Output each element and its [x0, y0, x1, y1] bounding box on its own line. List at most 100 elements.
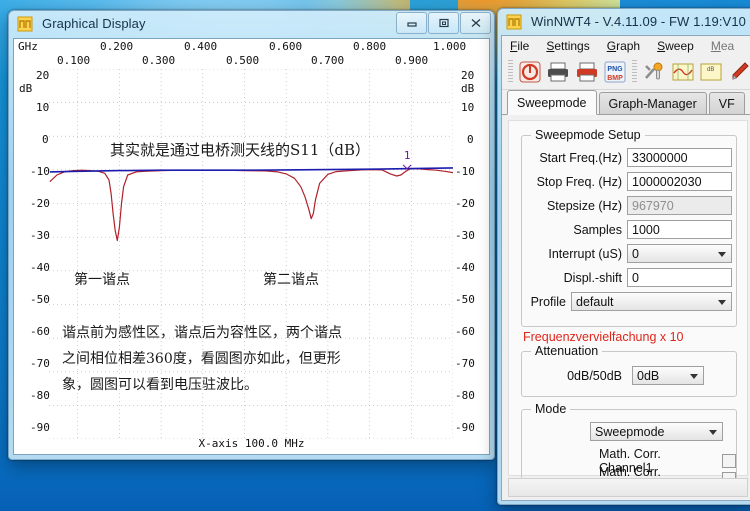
x-tick-1.000: 1.000: [433, 40, 467, 53]
y-tick-left--30: -30: [30, 229, 50, 242]
menu-item-settings[interactable]: Settings: [546, 39, 589, 53]
menu-item-graph[interactable]: Graph: [607, 39, 640, 53]
y-tick-left--80: -80: [30, 389, 50, 402]
graph-window-controls[interactable]: [395, 12, 491, 34]
tab-bar[interactable]: Sweepmode Graph-Manager VF: [502, 90, 750, 115]
annotation-paragraph-line-3: 象，圆图可以看到电压驻波比。: [62, 377, 258, 393]
annotation-paragraph-line-2: 之间相位相差360度，看圆图亦如此，但更形: [62, 351, 341, 367]
status-bar: [508, 478, 748, 497]
menu-item-measure[interactable]: Mea: [711, 39, 734, 53]
stop-freq-input[interactable]: 1000002030: [627, 172, 732, 191]
edit-marker-button[interactable]: [727, 59, 750, 86]
nwt-client-area[interactable]: File Settings Graph Sweep Mea PNG BMP dB…: [501, 35, 750, 501]
y-unit-label-left: dB: [19, 82, 33, 95]
printer-red-icon: [576, 62, 597, 82]
db-window-button[interactable]: dB: [698, 59, 724, 86]
graphical-display-window[interactable]: Graphical Display GHz 0.200 0.400 0.600 …: [8, 10, 495, 460]
minimize-button[interactable]: [396, 12, 427, 34]
y-unit-label-right: dB: [461, 82, 475, 95]
x-axis-footer-label: X-axis 100.0 MHz: [198, 437, 305, 450]
attenuation-title: Attenuation: [531, 344, 603, 358]
toolbar-grip-2[interactable]: [632, 60, 638, 84]
graph-client-area[interactable]: GHz 0.200 0.400 0.600 0.800 1.000 0.100 …: [13, 38, 490, 455]
minimize-icon: [406, 22, 417, 27]
export-image-button[interactable]: PNG BMP: [602, 59, 628, 86]
profile-select[interactable]: default: [571, 292, 732, 311]
sweepmode-panel: Sweepmode Setup Start Freq.(Hz) 33000000…: [508, 120, 748, 493]
x-tick-0.800: 0.800: [353, 40, 387, 53]
close-button[interactable]: [460, 12, 491, 34]
tab-sweepmode-label: Sweepmode: [517, 95, 587, 110]
y-tick-left--40: -40: [30, 261, 50, 274]
toolbar-grip-1[interactable]: [508, 60, 513, 84]
png-bmp-icon: PNG BMP: [604, 61, 626, 83]
attenuation-select[interactable]: 0dB: [632, 366, 704, 385]
menu-item-file[interactable]: File: [510, 39, 529, 53]
menu-bar[interactable]: File Settings Graph Sweep Mea: [502, 36, 750, 55]
power-button[interactable]: [517, 59, 543, 86]
y-tick-right--80: -80: [455, 389, 475, 402]
y-tick-right--30: -30: [455, 229, 475, 242]
menu-item-sweep[interactable]: Sweep: [657, 39, 694, 53]
mode-group: Mode Sweepmode Math. Corr. Channel1 Math…: [521, 402, 737, 493]
y-tick-right--40: -40: [455, 261, 475, 274]
settings-tools-button[interactable]: [641, 59, 667, 86]
tab-vfo-label: VF: [718, 96, 735, 111]
mode-select-value: Sweepmode: [595, 424, 665, 439]
app-icon: [506, 14, 522, 30]
x-unit-label: GHz: [18, 40, 38, 53]
series-1: [49, 167, 453, 173]
marker-label-0: 1: [404, 149, 411, 162]
winnwt4-window[interactable]: WinNWT4 - V.4.11.09 - FW 1.19:V10 - hf F…: [497, 8, 750, 505]
plot-area[interactable]: GHz 0.200 0.400 0.600 0.800 1.000 0.100 …: [14, 39, 489, 454]
chevron-down-icon: [718, 251, 726, 257]
tab-vfo[interactable]: VF: [708, 92, 745, 114]
attenuation-group: Attenuation 0dB/50dB 0dB: [521, 344, 737, 397]
annotation-title: 其实就是通过电桥测天线的S11（dB）: [110, 141, 370, 159]
tool-bar[interactable]: PNG BMP dB: [502, 55, 750, 90]
tab-graph-manager-label: Graph-Manager: [608, 96, 697, 111]
nwt-titlebar[interactable]: WinNWT4 - V.4.11.09 - FW 1.19:V10 - hf: [497, 8, 750, 36]
y-tick-right--70: -70: [455, 357, 475, 370]
svg-text:BMP: BMP: [607, 75, 623, 82]
print-red-button[interactable]: [574, 59, 600, 86]
y-tick-right--90: -90: [455, 421, 475, 434]
y-tick-right-20: 20: [461, 69, 475, 82]
attenuation-label: 0dB/50dB: [567, 368, 622, 383]
maximize-icon: [438, 18, 449, 28]
y-tick-left--60: -60: [30, 325, 50, 338]
graph-window-title: Graphical Display: [42, 16, 146, 31]
x-tick-0.600: 0.600: [269, 40, 303, 53]
sweepmode-setup-group: Sweepmode Setup Start Freq.(Hz) 33000000…: [521, 128, 737, 327]
y-tick-left--50: -50: [30, 293, 50, 306]
tab-graph-manager[interactable]: Graph-Manager: [598, 92, 707, 114]
interrupt-select-value: 0: [632, 246, 639, 261]
mode-select[interactable]: Sweepmode: [590, 422, 723, 441]
samples-input[interactable]: 1000: [627, 220, 732, 239]
tools-icon: [645, 62, 663, 80]
mode-title: Mode: [531, 402, 571, 416]
x-tick-0.200: 0.200: [100, 40, 134, 53]
interrupt-select[interactable]: 0: [627, 244, 732, 263]
displ-shift-input[interactable]: 0: [627, 268, 732, 287]
chevron-down-icon: [690, 373, 698, 379]
x-tick-0.900: 0.900: [395, 54, 429, 67]
start-freq-label: Start Freq.(Hz): [539, 150, 622, 165]
graph-titlebar[interactable]: Graphical Display: [8, 10, 495, 38]
print-button[interactable]: [545, 59, 571, 86]
start-freq-input[interactable]: 33000000: [627, 148, 732, 167]
stepsize-label: Stepsize (Hz): [546, 198, 622, 213]
db-window-icon: dB: [700, 63, 722, 81]
stop-freq-label: Stop Freq. (Hz): [536, 174, 622, 189]
graph-window-button[interactable]: [670, 59, 696, 86]
y-tick-left--10: -10: [30, 165, 50, 178]
maximize-button[interactable]: [428, 12, 459, 34]
tab-sweepmode[interactable]: Sweepmode: [507, 90, 597, 115]
y-tick-left-0: 0: [42, 133, 49, 146]
power-icon: [519, 61, 541, 83]
printer-icon: [548, 62, 569, 82]
x-tick-0.500: 0.500: [226, 54, 260, 67]
profile-label: Profile: [530, 294, 566, 309]
app-icon: [17, 16, 33, 32]
x-tick-0.400: 0.400: [184, 40, 218, 53]
